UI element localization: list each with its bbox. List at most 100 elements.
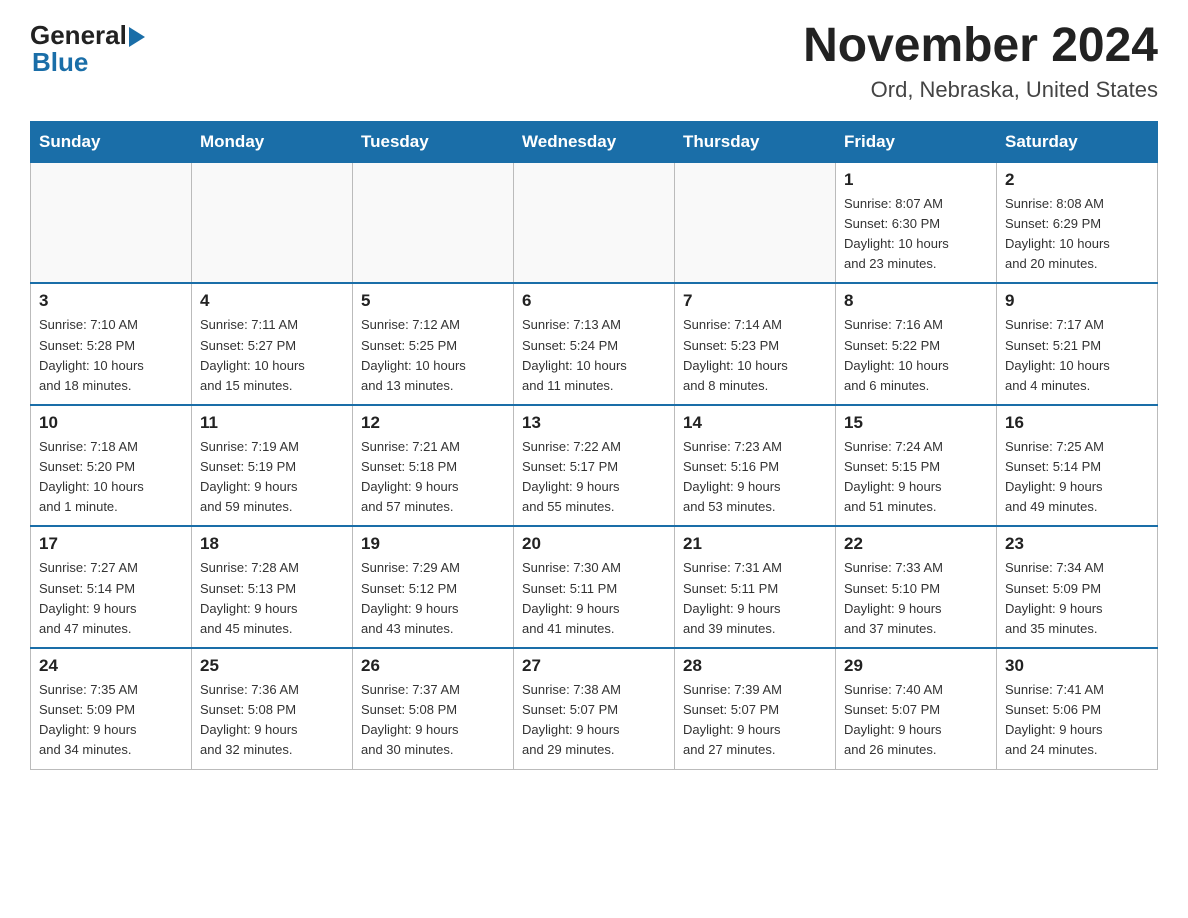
calendar-day: 14Sunrise: 7:23 AM Sunset: 5:16 PM Dayli… xyxy=(675,405,836,527)
day-number: 28 xyxy=(683,656,827,676)
logo: General Blue xyxy=(30,20,145,78)
calendar-day: 7 Sunrise: 7:14 AM Sunset: 5:23 PM Daylig… xyxy=(675,283,836,405)
calendar-day xyxy=(31,162,192,283)
day-number: 13 xyxy=(522,413,666,433)
day-number: 2 xyxy=(1005,170,1149,190)
day-number: 20 xyxy=(522,534,666,554)
day-info: Sunrise: 7:38 AM Sunset: 5:07 PM Dayligh… xyxy=(522,680,666,761)
calendar-day: 21Sunrise: 7:31 AM Sunset: 5:11 PM Dayli… xyxy=(675,526,836,648)
day-info: Sunrise: 7:41 AM Sunset: 5:06 PM Dayligh… xyxy=(1005,680,1149,761)
calendar-day: 23 Sunrise: 7:34 AM Sunset: 5:09 PM Dayli… xyxy=(997,526,1158,648)
day-info: Sunrise: 7:34 AM Sunset: 5:09 PM Dayligh… xyxy=(1005,558,1149,639)
day-info: Sunrise: 7:22 AM Sunset: 5:17 PM Dayligh… xyxy=(522,437,666,518)
calendar-day: 26 Sunrise: 7:37 AM Sunset: 5:08 PM Dayli… xyxy=(353,648,514,769)
weekday-header-monday: Monday xyxy=(192,121,353,162)
weekday-header-saturday: Saturday xyxy=(997,121,1158,162)
week-row-1: 3 Sunrise: 7:10 AM Sunset: 5:28 PM Daylig… xyxy=(31,283,1158,405)
day-info: Sunrise: 7:16 AM Sunset: 5:22 PM Dayligh… xyxy=(844,315,988,396)
calendar-day: 8 Sunrise: 7:16 AM Sunset: 5:22 PM Daylig… xyxy=(836,283,997,405)
day-info: Sunrise: 7:13 AM Sunset: 5:24 PM Dayligh… xyxy=(522,315,666,396)
calendar-day: 20 Sunrise: 7:30 AM Sunset: 5:11 PM Dayli… xyxy=(514,526,675,648)
day-number: 4 xyxy=(200,291,344,311)
week-row-0: 1 Sunrise: 8:07 AM Sunset: 6:30 PM Daylig… xyxy=(31,162,1158,283)
month-title: November 2024 xyxy=(803,20,1158,73)
calendar-day xyxy=(353,162,514,283)
calendar-day: 19 Sunrise: 7:29 AM Sunset: 5:12 PM Dayli… xyxy=(353,526,514,648)
weekday-header-sunday: Sunday xyxy=(31,121,192,162)
calendar-day xyxy=(192,162,353,283)
calendar-day: 17Sunrise: 7:27 AM Sunset: 5:14 PM Dayli… xyxy=(31,526,192,648)
page-header: General Blue November 2024 Ord, Nebraska… xyxy=(30,20,1158,103)
day-info: Sunrise: 7:28 AM Sunset: 5:13 PM Dayligh… xyxy=(200,558,344,639)
day-number: 19 xyxy=(361,534,505,554)
calendar-day: 2 Sunrise: 8:08 AM Sunset: 6:29 PM Daylig… xyxy=(997,162,1158,283)
weekday-header-friday: Friday xyxy=(836,121,997,162)
logo-triangle-icon xyxy=(129,27,145,47)
calendar-day xyxy=(675,162,836,283)
day-number: 3 xyxy=(39,291,183,311)
day-info: Sunrise: 7:30 AM Sunset: 5:11 PM Dayligh… xyxy=(522,558,666,639)
day-number: 22 xyxy=(844,534,988,554)
calendar-day: 11 Sunrise: 7:19 AM Sunset: 5:19 PM Dayli… xyxy=(192,405,353,527)
day-number: 15 xyxy=(844,413,988,433)
calendar-day: 16Sunrise: 7:25 AM Sunset: 5:14 PM Dayli… xyxy=(997,405,1158,527)
calendar-day: 12Sunrise: 7:21 AM Sunset: 5:18 PM Dayli… xyxy=(353,405,514,527)
day-info: Sunrise: 7:10 AM Sunset: 5:28 PM Dayligh… xyxy=(39,315,183,396)
calendar-day: 4 Sunrise: 7:11 AM Sunset: 5:27 PM Daylig… xyxy=(192,283,353,405)
calendar-day: 29 Sunrise: 7:40 AM Sunset: 5:07 PM Dayli… xyxy=(836,648,997,769)
day-info: Sunrise: 7:40 AM Sunset: 5:07 PM Dayligh… xyxy=(844,680,988,761)
day-info: Sunrise: 7:33 AM Sunset: 5:10 PM Dayligh… xyxy=(844,558,988,639)
day-number: 29 xyxy=(844,656,988,676)
day-number: 12 xyxy=(361,413,505,433)
day-number: 7 xyxy=(683,291,827,311)
day-info: Sunrise: 7:14 AM Sunset: 5:23 PM Dayligh… xyxy=(683,315,827,396)
weekday-header-tuesday: Tuesday xyxy=(353,121,514,162)
day-number: 11 xyxy=(200,413,344,433)
day-info: Sunrise: 8:08 AM Sunset: 6:29 PM Dayligh… xyxy=(1005,194,1149,275)
day-number: 5 xyxy=(361,291,505,311)
day-number: 27 xyxy=(522,656,666,676)
location-title: Ord, Nebraska, United States xyxy=(803,77,1158,103)
day-number: 18 xyxy=(200,534,344,554)
calendar-day: 9 Sunrise: 7:17 AM Sunset: 5:21 PM Daylig… xyxy=(997,283,1158,405)
day-info: Sunrise: 7:39 AM Sunset: 5:07 PM Dayligh… xyxy=(683,680,827,761)
day-number: 9 xyxy=(1005,291,1149,311)
calendar-day xyxy=(514,162,675,283)
day-number: 30 xyxy=(1005,656,1149,676)
calendar-day: 15 Sunrise: 7:24 AM Sunset: 5:15 PM Dayli… xyxy=(836,405,997,527)
week-row-3: 17Sunrise: 7:27 AM Sunset: 5:14 PM Dayli… xyxy=(31,526,1158,648)
day-info: Sunrise: 7:17 AM Sunset: 5:21 PM Dayligh… xyxy=(1005,315,1149,396)
day-number: 6 xyxy=(522,291,666,311)
calendar-day: 1 Sunrise: 8:07 AM Sunset: 6:30 PM Daylig… xyxy=(836,162,997,283)
calendar-day: 18 Sunrise: 7:28 AM Sunset: 5:13 PM Dayli… xyxy=(192,526,353,648)
week-row-2: 10Sunrise: 7:18 AM Sunset: 5:20 PM Dayli… xyxy=(31,405,1158,527)
calendar-day: 25Sunrise: 7:36 AM Sunset: 5:08 PM Dayli… xyxy=(192,648,353,769)
logo-blue-text: Blue xyxy=(32,47,88,77)
day-info: Sunrise: 8:07 AM Sunset: 6:30 PM Dayligh… xyxy=(844,194,988,275)
day-info: Sunrise: 7:11 AM Sunset: 5:27 PM Dayligh… xyxy=(200,315,344,396)
day-number: 26 xyxy=(361,656,505,676)
day-number: 23 xyxy=(1005,534,1149,554)
day-number: 8 xyxy=(844,291,988,311)
day-info: Sunrise: 7:29 AM Sunset: 5:12 PM Dayligh… xyxy=(361,558,505,639)
weekday-header-wednesday: Wednesday xyxy=(514,121,675,162)
calendar-day: 10Sunrise: 7:18 AM Sunset: 5:20 PM Dayli… xyxy=(31,405,192,527)
calendar-day: 27 Sunrise: 7:38 AM Sunset: 5:07 PM Dayli… xyxy=(514,648,675,769)
weekday-header-row: SundayMondayTuesdayWednesdayThursdayFrid… xyxy=(31,121,1158,162)
calendar-day: 30 Sunrise: 7:41 AM Sunset: 5:06 PM Dayli… xyxy=(997,648,1158,769)
day-info: Sunrise: 7:27 AM Sunset: 5:14 PM Dayligh… xyxy=(39,558,183,639)
day-info: Sunrise: 7:37 AM Sunset: 5:08 PM Dayligh… xyxy=(361,680,505,761)
day-info: Sunrise: 7:12 AM Sunset: 5:25 PM Dayligh… xyxy=(361,315,505,396)
calendar-table: SundayMondayTuesdayWednesdayThursdayFrid… xyxy=(30,121,1158,770)
day-info: Sunrise: 7:31 AM Sunset: 5:11 PM Dayligh… xyxy=(683,558,827,639)
calendar-day: 6 Sunrise: 7:13 AM Sunset: 5:24 PM Daylig… xyxy=(514,283,675,405)
day-number: 1 xyxy=(844,170,988,190)
day-info: Sunrise: 7:35 AM Sunset: 5:09 PM Dayligh… xyxy=(39,680,183,761)
week-row-4: 24Sunrise: 7:35 AM Sunset: 5:09 PM Dayli… xyxy=(31,648,1158,769)
day-info: Sunrise: 7:19 AM Sunset: 5:19 PM Dayligh… xyxy=(200,437,344,518)
title-area: November 2024 Ord, Nebraska, United Stat… xyxy=(803,20,1158,103)
calendar-day: 24Sunrise: 7:35 AM Sunset: 5:09 PM Dayli… xyxy=(31,648,192,769)
day-info: Sunrise: 7:23 AM Sunset: 5:16 PM Dayligh… xyxy=(683,437,827,518)
calendar-day: 28 Sunrise: 7:39 AM Sunset: 5:07 PM Dayli… xyxy=(675,648,836,769)
day-info: Sunrise: 7:24 AM Sunset: 5:15 PM Dayligh… xyxy=(844,437,988,518)
